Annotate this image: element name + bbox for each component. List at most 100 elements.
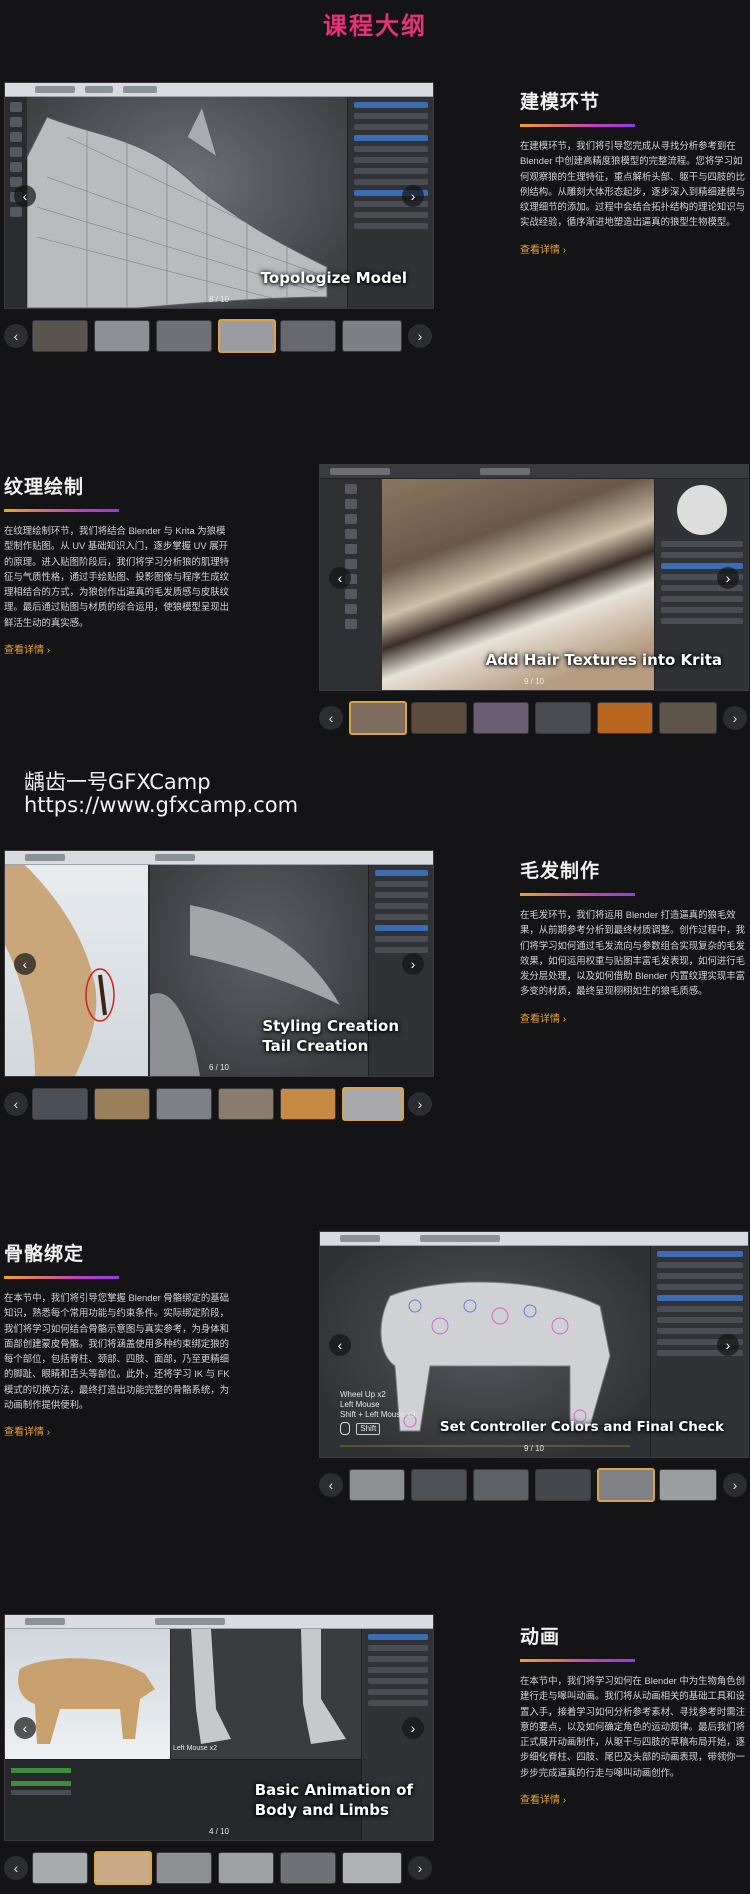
thumbnail-strip: ‹ › [4, 318, 432, 354]
thumbnail-active[interactable] [597, 1468, 655, 1502]
thumb-prev-button[interactable]: ‹ [319, 1473, 343, 1497]
slide-next-button[interactable]: › [717, 566, 739, 589]
watermark-line-1: 龋齿一号GFXCamp [24, 770, 211, 794]
thumbnail[interactable] [94, 320, 150, 352]
view-details-link[interactable]: 查看详情 › [4, 641, 50, 656]
thumbnail[interactable] [342, 320, 402, 352]
image-slider[interactable]: Wheel Up x2 Left Mouse Shift + Left Mous… [319, 1231, 749, 1503]
thumb-prev-button[interactable]: ‹ [4, 1092, 28, 1116]
thumbnail[interactable] [94, 1088, 150, 1120]
section-description: 在本节中，我们将引导您掌握 Blender 骨骼绑定的基础知识，熟悉每个常用功能… [4, 1292, 230, 1411]
caption-line-1: Basic Animation of [254, 1781, 413, 1799]
key-badge: Shift [356, 1422, 381, 1435]
key-hint: Left Mouse [340, 1400, 380, 1409]
view-details-link[interactable]: 查看详情 › [520, 1010, 566, 1025]
image-slider[interactable]: Add Hair Textures into Krita 9 / 10 ‹ › … [319, 464, 749, 736]
thumbnail[interactable] [473, 1469, 529, 1501]
slide-next-button[interactable]: › [402, 1716, 424, 1739]
thumb-prev-button[interactable]: ‹ [4, 1856, 28, 1880]
key-hint: Shift + Left Mouse x3 [340, 1410, 416, 1419]
slide-next-button[interactable]: › [402, 184, 424, 207]
keystroke-overlay: Wheel Up x2 Left Mouse Shift + Left Mous… [340, 1390, 415, 1435]
slide-next-button[interactable]: › [717, 1333, 739, 1356]
slide-counter: 4 / 10 [208, 1827, 229, 1836]
thumbnail[interactable] [342, 1852, 402, 1884]
thumbnail-active[interactable] [342, 1087, 404, 1121]
thumbnail[interactable] [473, 702, 529, 734]
thumbnail[interactable] [156, 320, 212, 352]
thumbnail-active[interactable] [218, 319, 276, 353]
caption-line-2: Body and Limbs [254, 1801, 389, 1819]
slide-prev-button[interactable]: ‹ [329, 1333, 351, 1356]
thumbnail[interactable] [32, 1852, 88, 1884]
thumbnail[interactable] [156, 1088, 212, 1120]
view-details-link[interactable]: 查看详情 › [520, 1791, 566, 1806]
section-info: 动画 在本节中，我们将学习如何在 Blender 中为生物角色创建行走与嗥叫动画… [520, 1622, 750, 1808]
wolf-reference-photo [5, 1629, 170, 1759]
thumbnail-strip: ‹ › [319, 700, 747, 736]
section-title: 建模环节 [520, 92, 601, 113]
slide-counter: 9 / 10 [523, 1444, 544, 1453]
thumbnail[interactable] [535, 702, 591, 734]
tool-panel [320, 479, 382, 690]
thumbnail[interactable] [280, 1852, 336, 1884]
thumbnail[interactable] [659, 1469, 717, 1501]
section-title: 纹理绘制 [4, 477, 85, 498]
thumbnail[interactable] [535, 1469, 591, 1501]
section-title: 动画 [520, 1627, 561, 1648]
section-info: 建模环节 在建模环节，我们将引导您完成从寻找分析参考到在 Blender 中创建… [520, 87, 750, 258]
slide-prev-button[interactable]: ‹ [14, 1716, 36, 1739]
slide-counter: 8 / 10 [208, 295, 229, 304]
thumbnail[interactable] [32, 320, 88, 352]
app-menu-bar [320, 1232, 748, 1246]
app-menu-bar [320, 465, 748, 479]
thumbnail[interactable] [659, 702, 717, 734]
thumbnail-active[interactable] [94, 1851, 152, 1885]
key-hint: Wheel Up x2 [340, 1390, 386, 1399]
thumbnail[interactable] [156, 1852, 212, 1884]
section-description: 在本节中，我们将学习如何在 Blender 中为生物角色创建行走与嗥叫动画。我们… [520, 1675, 746, 1778]
title-underline [4, 1276, 119, 1279]
thumb-next-button[interactable]: › [723, 1473, 747, 1497]
thumbnail-active[interactable] [349, 701, 407, 735]
thumb-prev-button[interactable]: ‹ [4, 324, 28, 348]
slide-viewer: Styling Creation Tail Creation 6 / 10 ‹ … [4, 850, 434, 1077]
caption-line-1: Styling Creation [262, 1017, 399, 1035]
thumb-next-button[interactable]: › [408, 324, 432, 348]
thumbnail[interactable] [218, 1852, 274, 1884]
slide-prev-button[interactable]: ‹ [329, 566, 351, 589]
image-slider[interactable]: Topologize Model 8 / 10 ‹ › ‹ › [4, 82, 434, 354]
slide-prev-button[interactable]: ‹ [14, 952, 36, 975]
view-details-link[interactable]: 查看详情 › [4, 1423, 50, 1438]
thumbnail[interactable] [280, 320, 336, 352]
thumbnail[interactable] [32, 1088, 88, 1120]
section-title: 毛发制作 [520, 861, 601, 882]
watermark-line-2: https://www.gfxcamp.com [24, 793, 299, 817]
thumbnail[interactable] [411, 1469, 467, 1501]
thumb-prev-button[interactable]: ‹ [319, 706, 343, 730]
thumbnail[interactable] [349, 1469, 405, 1501]
section-info: 纹理绘制 在纹理绘制环节，我们将结合 Blender 与 Krita 为狼模型制… [4, 472, 234, 658]
thumbnail-strip: ‹ › [319, 1467, 747, 1503]
image-slider[interactable]: Left Mouse x2 Basic Animation of Body an… [4, 1614, 434, 1886]
app-menu-bar [5, 83, 433, 97]
thumb-next-button[interactable]: › [408, 1092, 432, 1116]
leg-pose-viewport [171, 1629, 361, 1759]
view-details-link[interactable]: 查看详情 › [520, 241, 566, 256]
thumbnail-strip: ‹ › [4, 1086, 432, 1122]
thumbnail[interactable] [218, 1088, 274, 1120]
slide-viewer: Add Hair Textures into Krita 9 / 10 ‹ › [319, 464, 749, 691]
thumb-next-button[interactable]: › [723, 706, 747, 730]
thumbnail[interactable] [597, 702, 653, 734]
slide-caption: Styling Creation Tail Creation [262, 1016, 399, 1056]
thumb-next-button[interactable]: › [408, 1856, 432, 1880]
slide-prev-button[interactable]: ‹ [14, 184, 36, 207]
slide-next-button[interactable]: › [402, 952, 424, 975]
watermark: 龋齿一号GFXCamp https://www.gfxcamp.com [24, 771, 298, 817]
section-description: 在建模环节，我们将引导您完成从寻找分析参考到在 Blender 中创建高精度狼模… [520, 140, 746, 228]
thumbnail[interactable] [280, 1088, 336, 1120]
image-slider[interactable]: Styling Creation Tail Creation 6 / 10 ‹ … [4, 850, 434, 1122]
thumbnail[interactable] [411, 702, 467, 734]
key-hint: Left Mouse x2 [173, 1745, 217, 1752]
thumbnail-strip: ‹ › [4, 1850, 432, 1886]
